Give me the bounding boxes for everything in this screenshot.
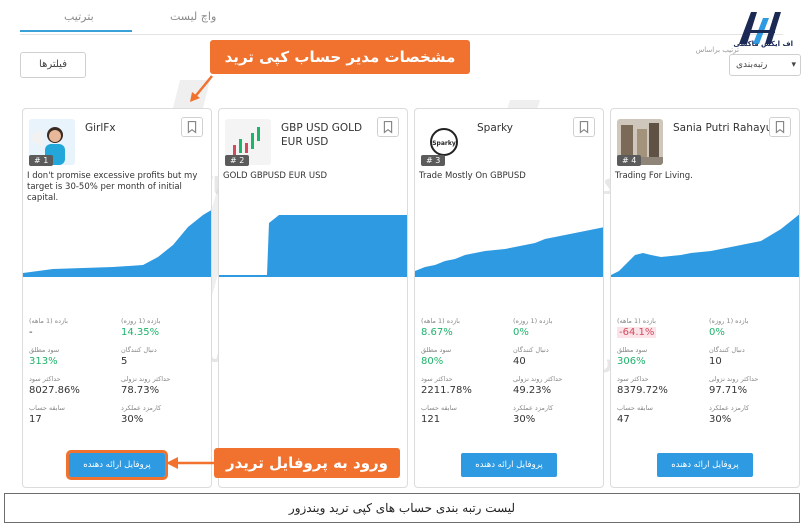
stat-label: حداکثر سود [617, 375, 649, 383]
return-month-value: - [29, 327, 33, 338]
trader-name[interactable]: GirlFx [85, 121, 185, 135]
max-profit-value: 8379.72% [617, 385, 668, 396]
bookmark-icon[interactable] [377, 117, 399, 137]
trader-description: GOLD GBPUSD EUR USD [223, 171, 328, 181]
return-month-value: 8.67% [421, 327, 453, 338]
max-drawdown-value: 97.71% [709, 385, 748, 396]
stat-label: سابقه حساب [29, 404, 65, 412]
profile-entry-callout: ورود به پروفایل تریدر [214, 448, 400, 478]
return-day-value: 14.35% [121, 327, 160, 338]
bookmark-icon[interactable] [769, 117, 791, 137]
manager-details-callout: مشخصات مدیر حساب کپی ترید [210, 40, 470, 74]
stat-label: دنبال کنندگان [121, 346, 157, 354]
rank-badge: # 4 [617, 155, 642, 166]
stat-label: کارمزد عملکرد [709, 404, 750, 412]
followers-value: 5 [121, 356, 128, 367]
absolute-profit-value: 80% [421, 356, 444, 367]
commission-value: 30% [121, 414, 144, 425]
bookmark-icon[interactable] [181, 117, 203, 137]
stat-label: بازده (1 روزه) [513, 317, 553, 325]
trader-card[interactable]: # 2 GBP USD GOLD EUR USD GOLD GBPUSD EUR… [218, 108, 408, 488]
sort-value: رتبه‌بندی [736, 60, 768, 70]
stat-label: بازده (1 روزه) [121, 317, 161, 325]
stat-label: بازده (1 ماهه) [421, 317, 460, 325]
stat-label: بازده (1 ماهه) [29, 317, 68, 325]
stat-label: بازده (1 روزه) [709, 317, 749, 325]
return-day-value: 0% [709, 327, 725, 338]
stat-label: حداکثر سود [29, 375, 61, 383]
equity-chart [611, 214, 799, 277]
commission-value: 30% [709, 414, 732, 425]
header-divider [20, 34, 783, 35]
stat-label: سود مطلق [617, 346, 648, 354]
tab-ranking[interactable]: بترتیب [64, 10, 94, 23]
stat-label: کارمزد عملکرد [121, 404, 162, 412]
bookmark-icon[interactable] [573, 117, 595, 137]
account-age-value: 121 [421, 414, 441, 425]
stat-label: سود مطلق [29, 346, 60, 354]
svg-text:Sparky: Sparky [432, 140, 456, 147]
sort-select[interactable]: ▾ رتبه‌بندی [729, 54, 801, 76]
active-tab-indicator [20, 30, 132, 32]
rank-badge: # 1 [29, 155, 54, 166]
logo-text: اف ایکس ماکسی [733, 40, 793, 48]
account-age-value: 17 [29, 414, 42, 425]
stat-label: حداکثر روند نزولی [121, 375, 171, 383]
trader-description: I don't promise excessive profits but my… [27, 171, 198, 203]
max-drawdown-value: 78.73% [121, 385, 160, 396]
followers-value: 40 [513, 356, 526, 367]
stat-label: سابقه حساب [617, 404, 653, 412]
commission-value: 30% [513, 414, 536, 425]
arrow-down-left-icon [190, 75, 213, 102]
tab-watchlist[interactable]: واچ لیست [170, 10, 216, 23]
stat-label: سود مطلق [421, 346, 452, 354]
max-profit-value: 8027.86% [29, 385, 80, 396]
sort-label: ترتیب براساس [695, 46, 739, 54]
trader-name[interactable]: Sparky [477, 121, 577, 135]
stat-label: سابقه حساب [421, 404, 457, 412]
stat-label: حداکثر روند نزولی [709, 375, 759, 383]
max-profit-value: 2211.78% [421, 385, 472, 396]
trader-card[interactable]: # 4 Sania Putri Rahayu Trading For Livin… [610, 108, 800, 488]
provider-profile-button[interactable]: پروفایل ارائه دهنده [461, 453, 557, 477]
equity-chart [219, 215, 407, 277]
trader-description: Trade Mostly On GBPUSD [419, 171, 526, 181]
followers-value: 10 [709, 356, 722, 367]
stat-label: حداکثر روند نزولی [513, 375, 563, 383]
absolute-profit-value: 313% [29, 356, 58, 367]
arrow-left-icon [166, 457, 214, 469]
equity-chart [23, 210, 211, 277]
provider-profile-button[interactable]: پروفایل ارائه دهنده [66, 450, 168, 480]
provider-profile-button[interactable]: پروفایل ارائه دهنده [657, 453, 753, 477]
trader-name[interactable]: Sania Putri Rahayu [673, 121, 773, 135]
stat-label: دنبال کنندگان [709, 346, 745, 354]
stat-label: کارمزد عملکرد [513, 404, 554, 412]
filters-button[interactable]: فیلترها [20, 52, 86, 78]
trader-card[interactable]: # 1 GirlFx I don't promise excessive pro… [22, 108, 212, 488]
trader-name[interactable]: GBP USD GOLD EUR USD [281, 121, 381, 149]
absolute-profit-value: 306% [617, 356, 646, 367]
equity-chart [415, 227, 603, 277]
stat-label: بازده (1 ماهه) [617, 317, 656, 325]
rank-badge: # 2 [225, 155, 250, 166]
chevron-down-icon: ▾ [791, 60, 796, 70]
stat-label: حداکثر سود [421, 375, 453, 383]
tab-bar: بترتیب واچ لیست [20, 0, 280, 34]
trader-description: Trading For Living. [615, 171, 693, 181]
account-age-value: 47 [617, 414, 630, 425]
max-drawdown-value: 49.23% [513, 385, 552, 396]
stat-label: دنبال کنندگان [513, 346, 549, 354]
return-day-value: 0% [513, 327, 529, 338]
return-month-value: -64.1% [617, 327, 657, 338]
rank-badge: # 3 [421, 155, 446, 166]
trader-card[interactable]: Sparky # 3 Sparky Trade Mostly On GBPUSD… [414, 108, 604, 488]
figure-caption: لیست رتبه بندی حساب های کپی ترید ویندزور [4, 493, 800, 523]
